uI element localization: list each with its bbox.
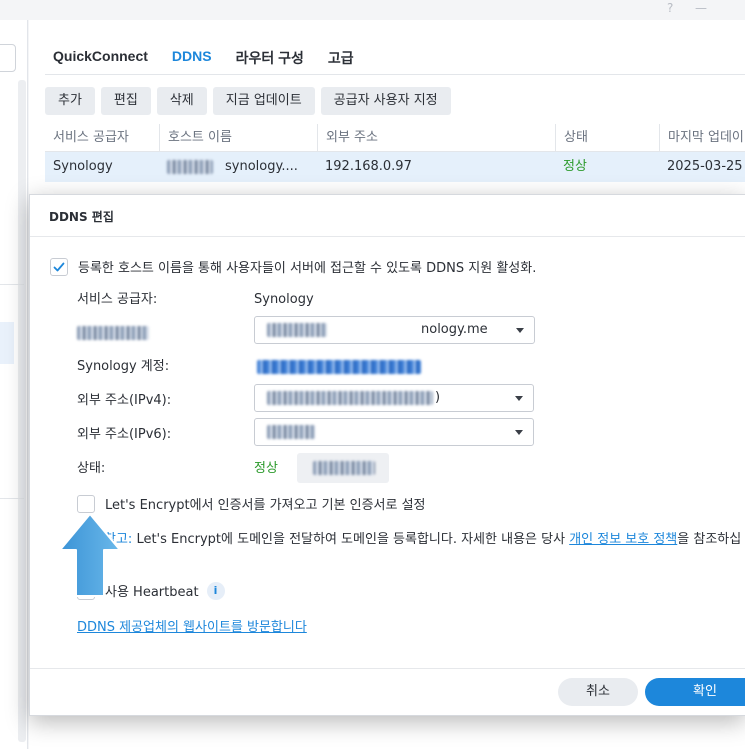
minimize-icon[interactable]: — [695,1,707,15]
dialog-footer-divider [30,668,745,669]
column-header-provider[interactable]: 서비스 공급자 [45,124,159,152]
tab-router-config[interactable]: 라우터 구성 [236,48,304,72]
status-value: 정상 [254,461,278,476]
ok-button[interactable]: 확인 [645,678,745,706]
column-header-status[interactable]: 상태 [555,124,659,152]
note-text: Let's Encrypt에 도메인을 전달하여 도메인을 등록합니다. 자세한… [132,532,570,547]
enable-ddns-label: 등록한 호스트 이름을 통해 사용자들이 서버에 접근할 수 있도록 DDNS … [78,261,537,276]
account-redacted [257,360,421,374]
tab-quickconnect[interactable]: QuickConnect [53,48,148,72]
pointer-arrow-icon [59,513,121,597]
dialog-title: DDNS 편집 [49,210,114,224]
letsencrypt-label: Let's Encrypt에서 인증서를 가져오고 기본 인증서로 설정 [105,498,426,513]
ipv4-row: 외부 주소(IPv4): ) [77,384,745,415]
hostname-select[interactable]: nology.me [254,316,535,344]
column-header-hostname[interactable]: 호스트 이름 [159,124,317,152]
nav-selected-item[interactable] [0,322,14,364]
update-now-button[interactable]: 지금 업데이트 [212,87,315,115]
delete-button[interactable]: 삭제 [156,87,207,115]
note-suffix: 을 참조하십 [677,532,742,547]
chevron-down-icon [515,396,523,401]
window-controls: ? — [645,0,745,20]
enable-ddns-checkbox[interactable] [50,257,68,276]
hostname-row: nology.me [77,316,745,347]
ipv4-select-value: ) [435,390,441,405]
nav-divider [0,498,24,499]
cell-provider: Synology [53,159,113,174]
dialog-divider [30,236,745,237]
nav-divider [0,284,24,285]
account-label: Synology 계정: [77,359,170,374]
ipv6-redacted [267,425,315,439]
tab-ddns[interactable]: DDNS [172,48,212,72]
provider-label: 서비스 공급자: [77,292,158,307]
help-icon[interactable]: ? [667,1,673,15]
ddns-edit-dialog: DDNS 편집 등록한 호스트 이름을 통해 사용자들이 서버에 접근할 수 있… [29,194,745,716]
status-detail-redacted [297,453,389,483]
tab-advanced[interactable]: 고급 [328,48,354,72]
status-label: 상태: [77,461,106,476]
nav-scrollbar[interactable] [18,80,26,742]
column-header-address[interactable]: 외부 주소 [317,124,555,152]
column-header-last-update[interactable]: 마지막 업데이 [659,124,745,152]
checkmark-icon [53,262,65,271]
privacy-policy-link[interactable]: 개인 정보 보호 정책 [569,532,677,547]
left-nav-pane [0,20,28,749]
ipv4-redacted [267,391,433,405]
provider-row: 서비스 공급자: Synology [77,286,745,314]
ipv4-select[interactable]: ) [254,384,534,412]
letsencrypt-note: 참고: Let's Encrypt에 도메인을 전달하여 도메인을 등록합니다.… [104,528,741,547]
cell-status: 정상 [563,159,587,174]
nav-search-field[interactable] [0,44,16,72]
status-row: 상태: 정상 [77,453,745,483]
add-button[interactable]: 추가 [45,87,95,115]
hostname-label-redacted [77,319,149,347]
cell-hostname: synology.... [225,159,298,174]
edit-button[interactable]: 편집 [100,87,151,115]
cell-hostname-redacted [159,152,221,182]
ipv6-select[interactable] [254,418,534,446]
table-row[interactable]: Synology synology.... 192.168.0.97 정상 20… [45,152,745,182]
enable-ddns-row: 등록한 호스트 이름을 통해 사용자들이 서버에 접근할 수 있도록 DDNS … [50,257,536,276]
tab-bar: QuickConnect DDNS 라우터 구성 고급 [53,48,354,72]
hostname-redacted [267,323,327,337]
toolbar: 추가 편집 삭제 지금 업데이트 공급자 사용자 지정 [45,87,451,115]
cell-address: 192.168.0.97 [325,159,412,174]
table-header: 서비스 공급자 호스트 이름 외부 주소 상태 마지막 업데이 [45,124,745,152]
provider-website-link[interactable]: DDNS 제공업체의 웹사이트를 방문합니다 [77,620,307,635]
ipv6-row: 외부 주소(IPv6): [77,418,745,449]
provider-value: Synology [254,292,314,307]
letsencrypt-row: Let's Encrypt에서 인증서를 가져오고 기본 인증서로 설정 [77,494,426,513]
provider-site-row: DDNS 제공업체의 웹사이트를 방문합니다 [77,616,307,635]
ipv4-label: 외부 주소(IPv4): [77,393,172,408]
custom-provider-button[interactable]: 공급자 사용자 지정 [320,87,451,115]
ipv6-label: 외부 주소(IPv6): [77,427,172,442]
tab-divider [45,74,745,75]
hostname-select-value: nology.me [421,322,488,337]
cell-last-update: 2025-03-25 [667,159,743,174]
account-row: Synology 계정: [77,353,745,381]
ddns-table: 서비스 공급자 호스트 이름 외부 주소 상태 마지막 업데이 Synology… [45,124,745,182]
cancel-button[interactable]: 취소 [558,678,638,706]
chevron-down-icon [515,430,523,435]
chevron-down-icon [516,328,524,333]
info-icon[interactable]: i [206,581,225,600]
